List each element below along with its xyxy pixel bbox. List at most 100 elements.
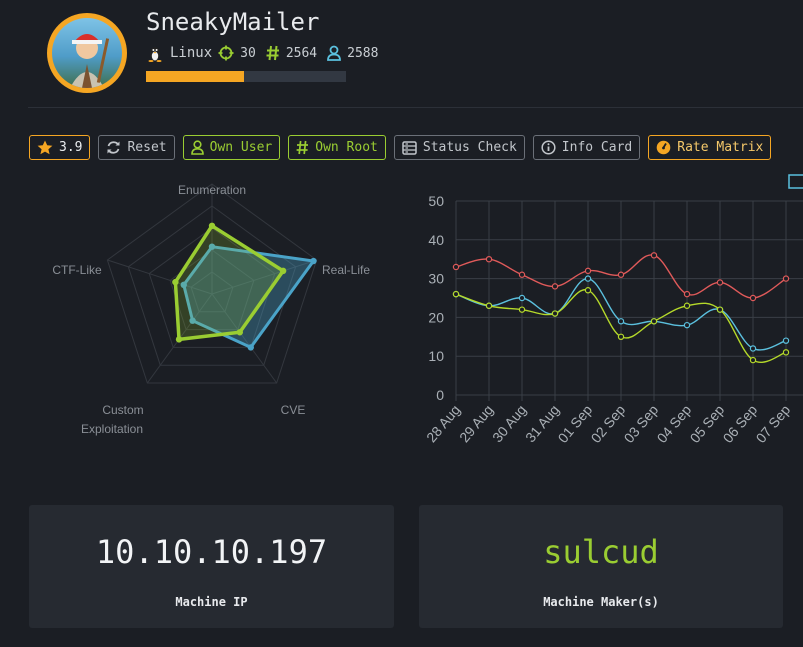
info-card-button[interactable]: Info Card bbox=[532, 135, 641, 160]
chart-point bbox=[617, 271, 625, 278]
radar-series bbox=[172, 222, 317, 351]
chart-point bbox=[452, 263, 460, 271]
radar-point bbox=[208, 222, 216, 229]
x-tick-label: 03 Sep bbox=[621, 401, 662, 445]
crosshair-icon bbox=[218, 45, 234, 61]
chart-point bbox=[716, 279, 724, 286]
chart-point bbox=[749, 294, 757, 302]
action-toolbar: 3.9 Reset Own User Own Root Status Check… bbox=[29, 135, 772, 160]
chart-point bbox=[683, 302, 691, 309]
chart-point bbox=[683, 290, 691, 298]
refresh-icon bbox=[107, 141, 120, 154]
chart-point bbox=[683, 321, 691, 329]
rate-matrix-button[interactable]: Rate Matrix bbox=[648, 135, 772, 160]
chart-point bbox=[485, 302, 493, 309]
user-owns-value: 2588 bbox=[347, 45, 379, 61]
chart-point bbox=[584, 275, 592, 282]
x-tick-label: 04 Sep bbox=[654, 401, 695, 445]
status-check-label: Status Check bbox=[422, 140, 517, 155]
y-tick-label: 30 bbox=[428, 271, 444, 287]
avatar-image bbox=[70, 34, 110, 88]
reset-button[interactable]: Reset bbox=[98, 135, 175, 160]
chart-point bbox=[452, 290, 460, 298]
chart-point bbox=[617, 318, 625, 325]
radar-point bbox=[175, 336, 183, 343]
info-card-label: Info Card bbox=[561, 140, 633, 155]
chart-point bbox=[782, 337, 790, 344]
y-tick-label: 50 bbox=[428, 193, 444, 209]
points-value: 30 bbox=[240, 45, 256, 61]
y-tick-label: 40 bbox=[428, 232, 444, 248]
rating-history-chart: 0 10 20 30 40 50 28 Aug29 Aug30 Aug31 Aug01 Se… bbox=[423, 174, 803, 446]
chart-point bbox=[650, 318, 658, 325]
x-tick-label: 30 Aug bbox=[489, 402, 529, 446]
x-tick-label: 31 Aug bbox=[522, 402, 562, 446]
machine-title: SneakyMailer bbox=[146, 8, 320, 36]
chart-point bbox=[518, 306, 526, 313]
chart-point bbox=[782, 275, 790, 282]
radar-label-ctf-like: CTF-Like bbox=[52, 263, 102, 277]
machine-maker-panel: sulcud Machine Maker(s) bbox=[419, 505, 783, 628]
radar-label-custom: Custom bbox=[102, 403, 143, 417]
chart-point bbox=[584, 287, 592, 294]
radar-point bbox=[247, 344, 254, 351]
radar-point bbox=[172, 278, 179, 286]
chart-point bbox=[749, 345, 757, 352]
own-user-button[interactable]: Own User bbox=[182, 135, 281, 160]
x-tick-label: 07 Sep bbox=[753, 401, 794, 445]
difficulty-progress-fill bbox=[146, 71, 244, 82]
chart-point bbox=[485, 255, 493, 263]
chart-point bbox=[518, 271, 526, 278]
radar-label-cve: CVE bbox=[281, 403, 306, 417]
info-icon bbox=[541, 140, 556, 155]
status-check-button[interactable]: Status Check bbox=[393, 135, 525, 160]
header-divider bbox=[28, 107, 803, 108]
machine-meta: Linux 30 2564 2588 bbox=[146, 44, 382, 62]
radar-label-enumeration: Enumeration bbox=[178, 183, 246, 197]
x-tick-label: 02 Sep bbox=[588, 401, 629, 445]
machine-ip-value[interactable]: 10.10.10.197 bbox=[29, 533, 394, 571]
x-tick-label: 06 Sep bbox=[720, 401, 761, 445]
chart-point bbox=[650, 252, 658, 259]
own-user-label: Own User bbox=[209, 140, 273, 155]
radar-label-real-life: Real-Life bbox=[322, 263, 370, 277]
reset-label: Reset bbox=[127, 140, 167, 155]
difficulty-progress-bar bbox=[146, 71, 346, 82]
rating-value: 3.9 bbox=[59, 140, 83, 155]
rate-matrix-radar: Enumeration Real-Life CVE Custom Exploit… bbox=[52, 183, 370, 436]
chart-point bbox=[782, 349, 790, 356]
radar-point bbox=[279, 267, 287, 275]
rate-matrix-label: Rate Matrix bbox=[677, 140, 764, 155]
x-tick-label: 29 Aug bbox=[456, 402, 496, 446]
chart-point bbox=[518, 294, 526, 302]
radar-label-exploitation: Exploitation bbox=[81, 422, 143, 436]
root-owns-value: 2564 bbox=[285, 45, 318, 61]
user-icon bbox=[327, 45, 342, 61]
x-tick-label: 01 Sep bbox=[555, 401, 596, 445]
chart-point bbox=[716, 306, 724, 313]
os-label: Linux bbox=[170, 45, 213, 61]
machine-ip-caption: Machine IP bbox=[175, 595, 248, 609]
machine-ip-panel: 10.10.10.197 Machine IP bbox=[29, 505, 394, 628]
radar-point bbox=[310, 257, 317, 265]
chart-point bbox=[551, 283, 559, 290]
chart-point bbox=[584, 267, 592, 275]
radar-point bbox=[236, 329, 244, 336]
legend-box[interactable] bbox=[788, 174, 803, 189]
machine-avatar bbox=[47, 13, 127, 93]
own-root-button[interactable]: Own Root bbox=[288, 135, 386, 160]
user-icon bbox=[190, 140, 204, 155]
chart-point bbox=[617, 333, 625, 340]
hash-icon bbox=[266, 45, 279, 61]
chart-point bbox=[749, 356, 757, 364]
x-tick-label: 28 Aug bbox=[423, 402, 463, 446]
linux-icon bbox=[148, 47, 162, 62]
gauge-icon bbox=[656, 140, 671, 155]
star-icon bbox=[37, 140, 53, 155]
machine-maker-value[interactable]: sulcud bbox=[419, 533, 783, 571]
y-tick-label: 20 bbox=[428, 309, 444, 325]
chart-point bbox=[551, 310, 559, 317]
rating-button[interactable]: 3.9 bbox=[29, 135, 91, 160]
x-tick-label: 05 Sep bbox=[687, 401, 728, 445]
hash-icon bbox=[296, 140, 309, 155]
